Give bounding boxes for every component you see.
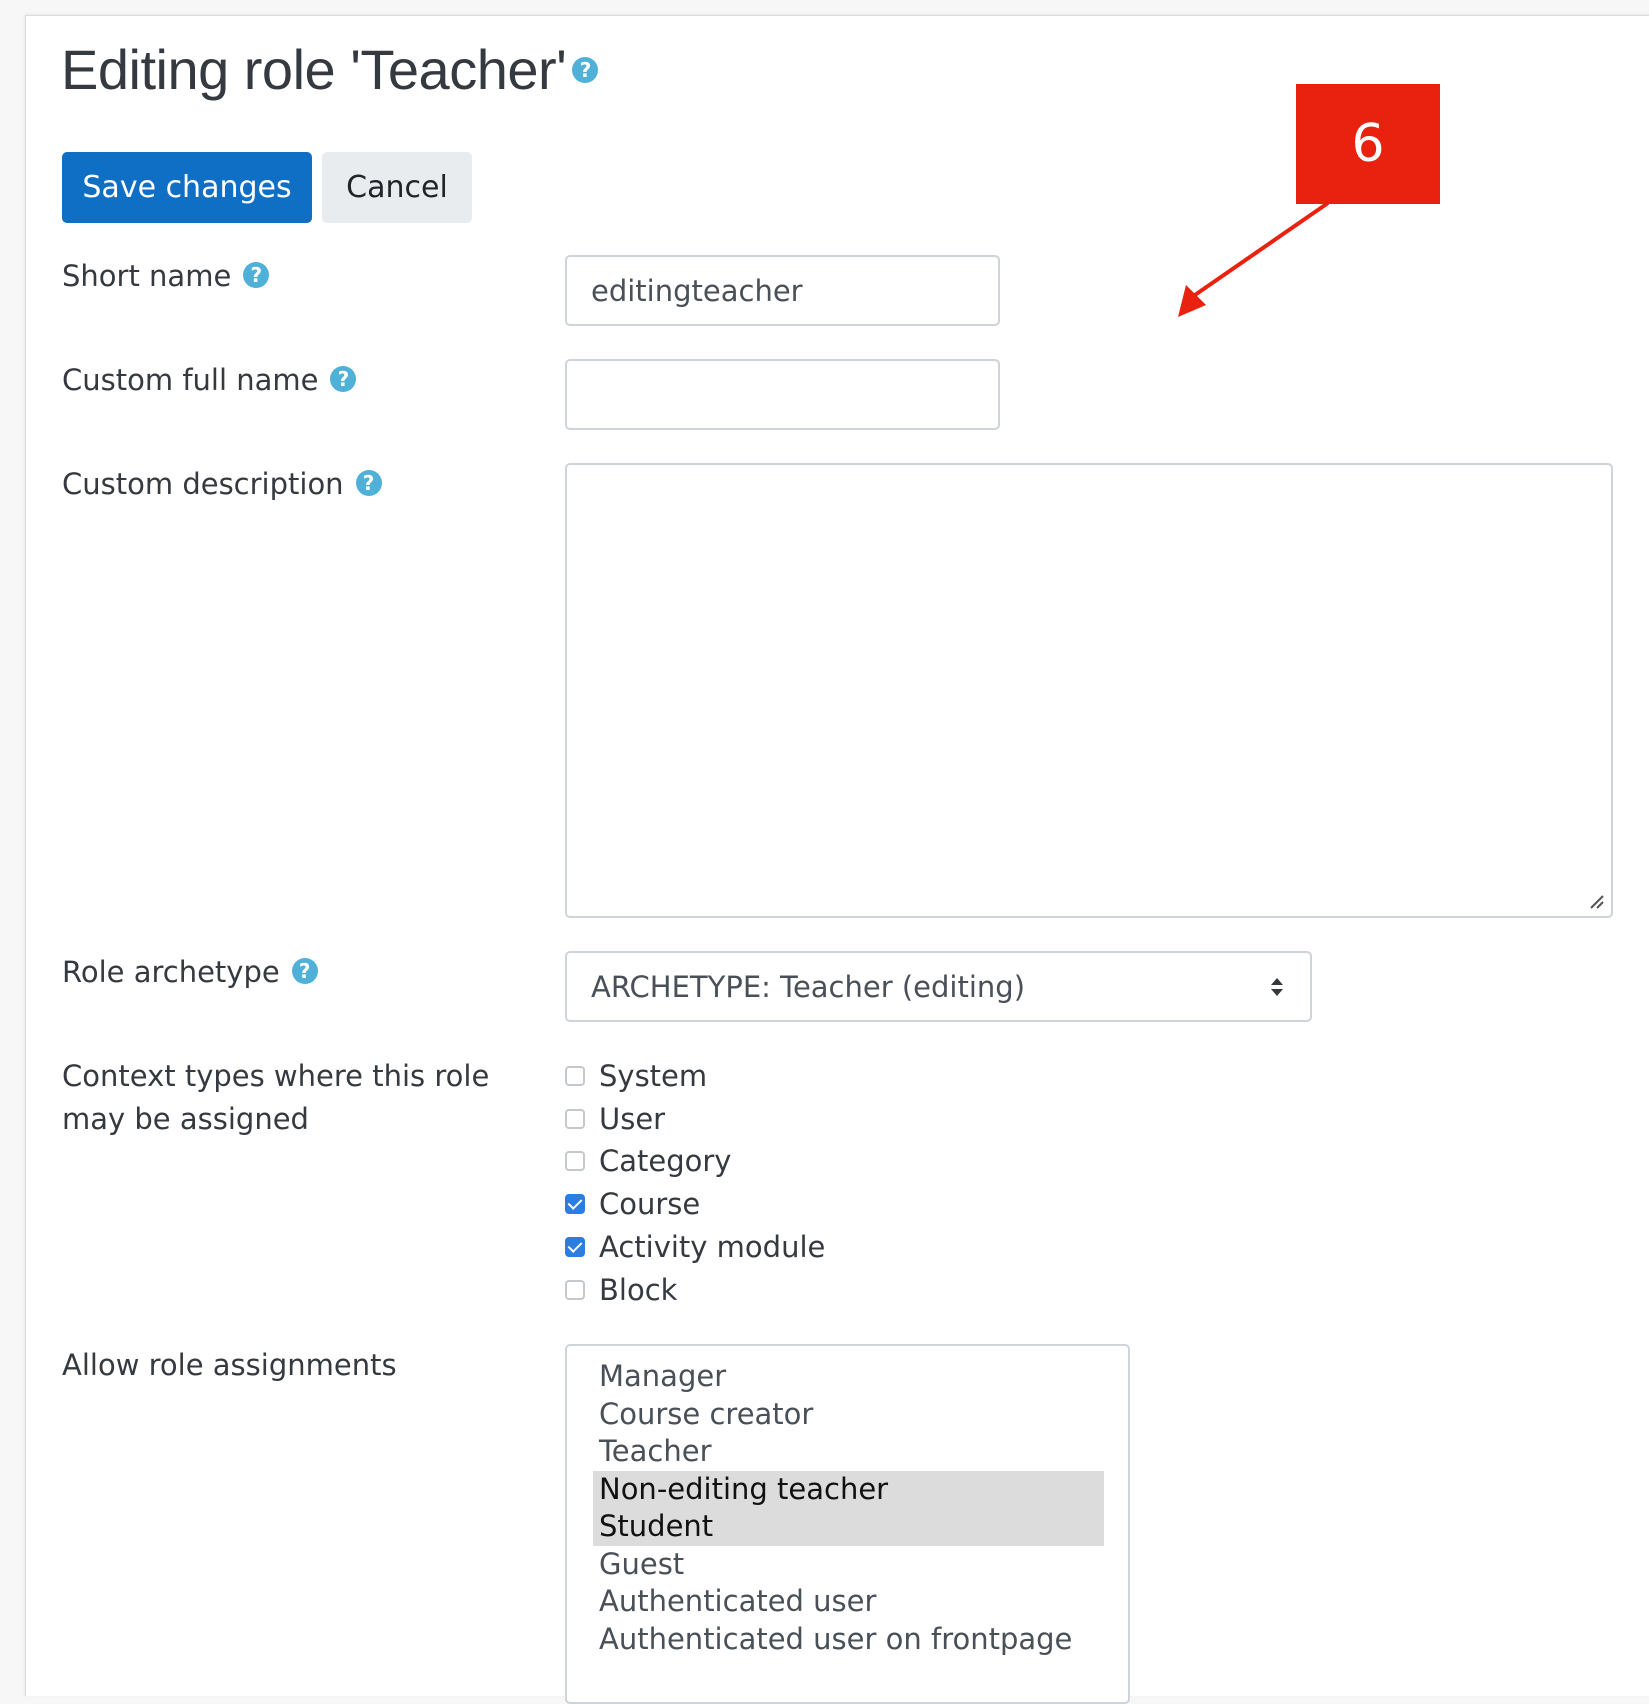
role-option-course-creator[interactable]: Course creator	[593, 1396, 1104, 1434]
custom-description-label-text: Custom description	[62, 467, 344, 501]
checkbox-activity-module[interactable]	[565, 1237, 585, 1257]
context-option-label: User	[599, 1102, 666, 1136]
role-option-guest[interactable]: Guest	[593, 1546, 1104, 1584]
context-option-label: Block	[599, 1273, 678, 1307]
checkbox-course[interactable]	[565, 1194, 585, 1214]
allow-role-assignments-label-text: Allow role assignments	[62, 1348, 397, 1382]
checkbox-category[interactable]	[565, 1151, 585, 1171]
short-name-label-text: Short name	[62, 259, 232, 293]
role-archetype-label-text: Role archetype	[62, 955, 280, 989]
role-option-teacher[interactable]: Teacher	[593, 1433, 1104, 1471]
custom-description-textarea[interactable]	[565, 463, 1613, 918]
resize-handle-icon[interactable]	[1587, 892, 1605, 910]
role-option-authenticated-user-frontpage[interactable]: Authenticated user on frontpage	[593, 1621, 1104, 1659]
checkbox-system[interactable]	[565, 1066, 585, 1086]
context-option-course[interactable]: Course	[565, 1184, 700, 1224]
role-archetype-label: Role archetype?	[62, 952, 318, 992]
annotation-arrow-icon	[1178, 201, 1330, 317]
context-option-label: Activity module	[599, 1230, 826, 1264]
context-option-label: Category	[599, 1144, 732, 1178]
context-option-user[interactable]: User	[565, 1099, 665, 1139]
question-circle-icon[interactable]: ?	[572, 57, 599, 84]
custom-full-name-label-text: Custom full name	[62, 363, 319, 397]
annotation-callout: 6	[1296, 84, 1440, 204]
context-option-category[interactable]: Category	[565, 1141, 731, 1181]
role-archetype-selected-value: ARCHETYPE: Teacher (editing)	[591, 969, 1026, 1004]
page-title: Editing role 'Teacher'?	[61, 34, 599, 106]
short-name-label: Short name?	[62, 256, 270, 296]
role-option-manager[interactable]: Manager	[593, 1358, 1104, 1396]
role-option-authenticated-user[interactable]: Authenticated user	[593, 1583, 1104, 1621]
context-option-label: System	[599, 1059, 708, 1093]
custom-description-label: Custom description?	[62, 464, 382, 504]
question-circle-icon[interactable]: ?	[330, 366, 357, 392]
checkbox-block[interactable]	[565, 1280, 585, 1300]
checkbox-user[interactable]	[565, 1109, 585, 1129]
question-circle-icon[interactable]: ?	[243, 262, 270, 288]
context-option-label: Course	[599, 1187, 701, 1221]
role-option-non-editing-teacher[interactable]: Non-editing teacher	[593, 1470, 1104, 1508]
question-circle-icon[interactable]: ?	[291, 958, 318, 984]
context-option-activity-module[interactable]: Activity module	[565, 1227, 825, 1267]
custom-full-name-label: Custom full name?	[62, 360, 357, 400]
save-changes-button[interactable]: Save changes	[62, 152, 312, 223]
context-types-label-line1: Context types where this role	[62, 1059, 490, 1093]
allow-role-assignments-label: Allow role assignments	[62, 1345, 397, 1385]
updown-caret-icon	[1271, 977, 1283, 996]
context-option-system[interactable]: System	[565, 1056, 707, 1096]
short-name-value: editingteacher	[591, 273, 803, 308]
cancel-button[interactable]: Cancel	[322, 152, 472, 223]
short-name-input[interactable]: editingteacher	[565, 255, 1000, 326]
question-circle-icon[interactable]: ?	[355, 470, 382, 496]
context-option-block[interactable]: Block	[565, 1270, 677, 1310]
allow-role-assignments-listbox[interactable]: Manager Course creator Teacher Non-editi…	[565, 1344, 1130, 1704]
page-title-text: Editing role 'Teacher'	[61, 38, 567, 101]
role-option-student[interactable]: Student	[593, 1508, 1104, 1546]
context-types-label: Context types where this role may be ass…	[62, 1056, 489, 1139]
custom-full-name-input[interactable]	[565, 359, 1000, 430]
role-archetype-select[interactable]: ARCHETYPE: Teacher (editing)	[565, 951, 1312, 1022]
context-types-label-line2: may be assigned	[62, 1102, 309, 1136]
